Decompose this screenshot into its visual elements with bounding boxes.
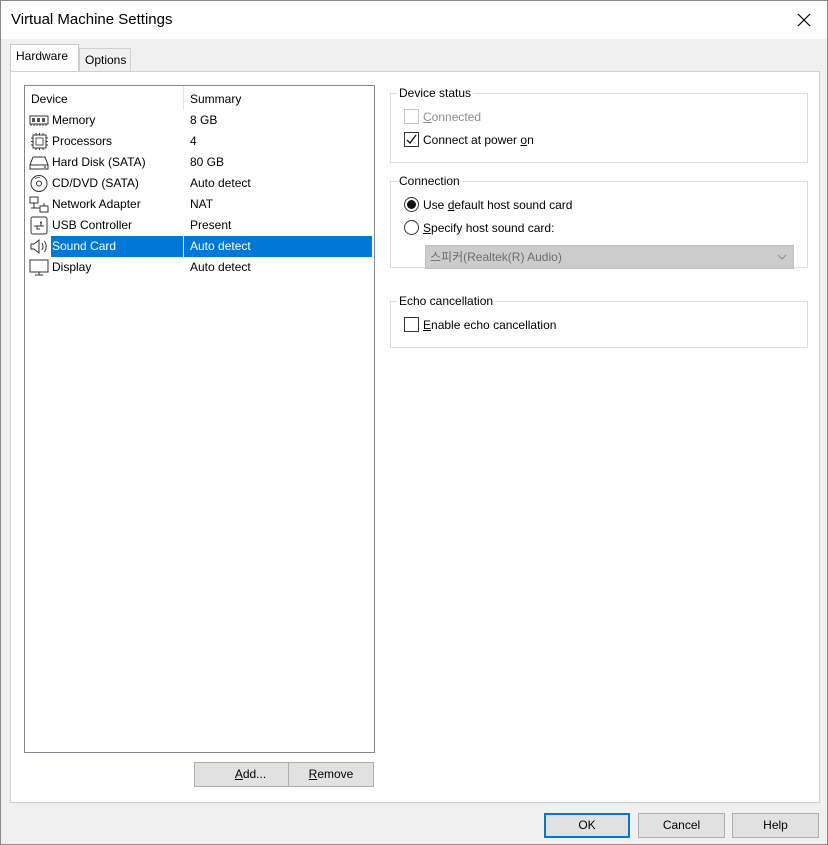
add-label-post: dd... bbox=[242, 767, 267, 781]
device-summary: Auto detect bbox=[190, 176, 251, 190]
device-name: CD/DVD (SATA) bbox=[52, 176, 139, 190]
remove-label-post: emove bbox=[317, 767, 354, 781]
help-button[interactable]: Help bbox=[732, 813, 819, 838]
device-name: Sound Card bbox=[51, 236, 183, 257]
echo-cancellation-group: Echo cancellation Enable echo cancellati… bbox=[390, 294, 808, 348]
processor-icon bbox=[31, 133, 48, 150]
connect-at-power-on-checkbox[interactable]: Connect at power on bbox=[404, 132, 534, 147]
use-default-radio-circle bbox=[404, 197, 419, 212]
connection-group: Connection Use default host sound card S… bbox=[390, 174, 808, 269]
close-icon bbox=[797, 13, 811, 27]
device-name: Network Adapter bbox=[52, 197, 141, 211]
speaker-icon bbox=[30, 238, 47, 255]
memory-icon bbox=[29, 115, 49, 126]
connected-label-post: onnected bbox=[431, 109, 482, 124]
title-bar[interactable]: Virtual Machine Settings bbox=[1, 1, 827, 39]
use-default-label-post: efault host sound card bbox=[454, 197, 573, 212]
specify-sound-card-radio[interactable]: Specify host sound card: bbox=[404, 220, 554, 235]
cd-dvd-icon bbox=[30, 175, 48, 192]
connect-at-power-on-checkbox-box bbox=[404, 132, 419, 147]
connected-checkbox[interactable]: Connected bbox=[404, 109, 481, 124]
device-name: USB Controller bbox=[52, 218, 133, 232]
device-row-cd-dvd[interactable]: CD/DVD (SATA) Auto detect bbox=[25, 173, 374, 194]
hardware-panel: Device Summary Memory 8 GB Processors 4 … bbox=[10, 71, 820, 803]
device-summary: Auto detect bbox=[190, 260, 251, 274]
connect-power-label-post: n bbox=[527, 132, 534, 147]
specify-label-mnemonic: S bbox=[423, 220, 432, 235]
close-button[interactable] bbox=[781, 1, 827, 39]
device-status-label: Device status bbox=[397, 86, 474, 100]
device-summary: Present bbox=[190, 218, 232, 232]
specify-label: Specify host sound card: bbox=[423, 221, 554, 235]
cancel-button[interactable]: Cancel bbox=[638, 813, 725, 838]
device-summary: 4 bbox=[190, 134, 197, 148]
tab-options[interactable]: Options bbox=[79, 48, 131, 71]
device-status-group: Device status Connected Connect at power… bbox=[390, 86, 808, 163]
device-name: Memory bbox=[52, 113, 96, 127]
host-sound-card-value: 스피커(Realtek(R) Audio) bbox=[430, 250, 562, 264]
device-summary: NAT bbox=[190, 197, 214, 211]
use-default-label: Use default host sound card bbox=[423, 198, 572, 212]
device-summary: Auto detect bbox=[184, 236, 372, 257]
device-row-network-adapter[interactable]: Network Adapter NAT bbox=[25, 194, 374, 215]
enable-echo-cancellation-checkbox[interactable]: Enable echo cancellation bbox=[404, 317, 556, 332]
column-header-summary[interactable]: Summary bbox=[184, 86, 374, 110]
echo-cancellation-label: Echo cancellation bbox=[397, 294, 496, 308]
connection-label: Connection bbox=[397, 174, 462, 188]
specify-radio-circle bbox=[404, 220, 419, 235]
device-summary: 8 GB bbox=[190, 113, 218, 127]
device-row-processors[interactable]: Processors 4 bbox=[25, 131, 374, 152]
hard-disk-icon bbox=[29, 156, 49, 170]
device-row-sound-card[interactable]: Sound Card Auto detect bbox=[25, 236, 374, 257]
remove-button[interactable]: Remove bbox=[288, 762, 374, 787]
add-label-mnemonic: A bbox=[234, 767, 243, 781]
window-title: Virtual Machine Settings bbox=[11, 11, 173, 28]
list-header: Device Summary bbox=[25, 86, 374, 110]
enable-echo-label: Enable echo cancellation bbox=[423, 318, 556, 332]
enable-echo-checkbox-box bbox=[404, 317, 419, 332]
enable-echo-label-mnemonic: E bbox=[423, 317, 432, 332]
display-icon bbox=[29, 259, 49, 276]
usb-icon bbox=[30, 216, 48, 235]
checkmark-icon bbox=[406, 134, 417, 144]
device-name: Hard Disk (SATA) bbox=[52, 155, 146, 169]
connected-checkbox-box bbox=[404, 109, 419, 124]
connect-power-label-pre: Connect at power bbox=[423, 132, 521, 147]
tab-hardware[interactable]: Hardware bbox=[10, 44, 79, 71]
device-summary: 80 GB bbox=[190, 155, 225, 169]
connect-at-power-on-label: Connect at power on bbox=[423, 133, 534, 147]
device-row-display[interactable]: Display Auto detect bbox=[25, 257, 374, 278]
device-row-hard-disk[interactable]: Hard Disk (SATA) 80 GB bbox=[25, 152, 374, 173]
use-default-label-pre: Use bbox=[423, 197, 448, 212]
remove-label-mnemonic: R bbox=[308, 767, 318, 781]
enable-echo-label-post: nable echo cancellation bbox=[431, 317, 557, 332]
radio-dot bbox=[407, 200, 416, 209]
device-name: Processors bbox=[52, 134, 113, 148]
device-row-usb-controller[interactable]: USB Controller Present bbox=[25, 215, 374, 236]
connected-label-mnemonic: C bbox=[423, 109, 432, 124]
device-row-memory[interactable]: Memory 8 GB bbox=[25, 110, 374, 131]
connected-label: Connected bbox=[423, 110, 481, 124]
ok-button[interactable]: OK bbox=[544, 813, 630, 838]
specify-label-post: pecify host sound card: bbox=[431, 220, 555, 235]
chevron-down-icon bbox=[777, 254, 787, 260]
device-name: Display bbox=[52, 260, 92, 274]
use-default-sound-card-radio[interactable]: Use default host sound card bbox=[404, 197, 572, 212]
host-sound-card-dropdown[interactable]: 스피커(Realtek(R) Audio) bbox=[425, 245, 794, 269]
column-header-device[interactable]: Device bbox=[25, 86, 184, 110]
vm-settings-dialog: Virtual Machine Settings Hardware Option… bbox=[0, 0, 828, 845]
network-adapter-icon bbox=[29, 196, 49, 213]
device-list[interactable]: Device Summary Memory 8 GB Processors 4 … bbox=[24, 85, 375, 753]
